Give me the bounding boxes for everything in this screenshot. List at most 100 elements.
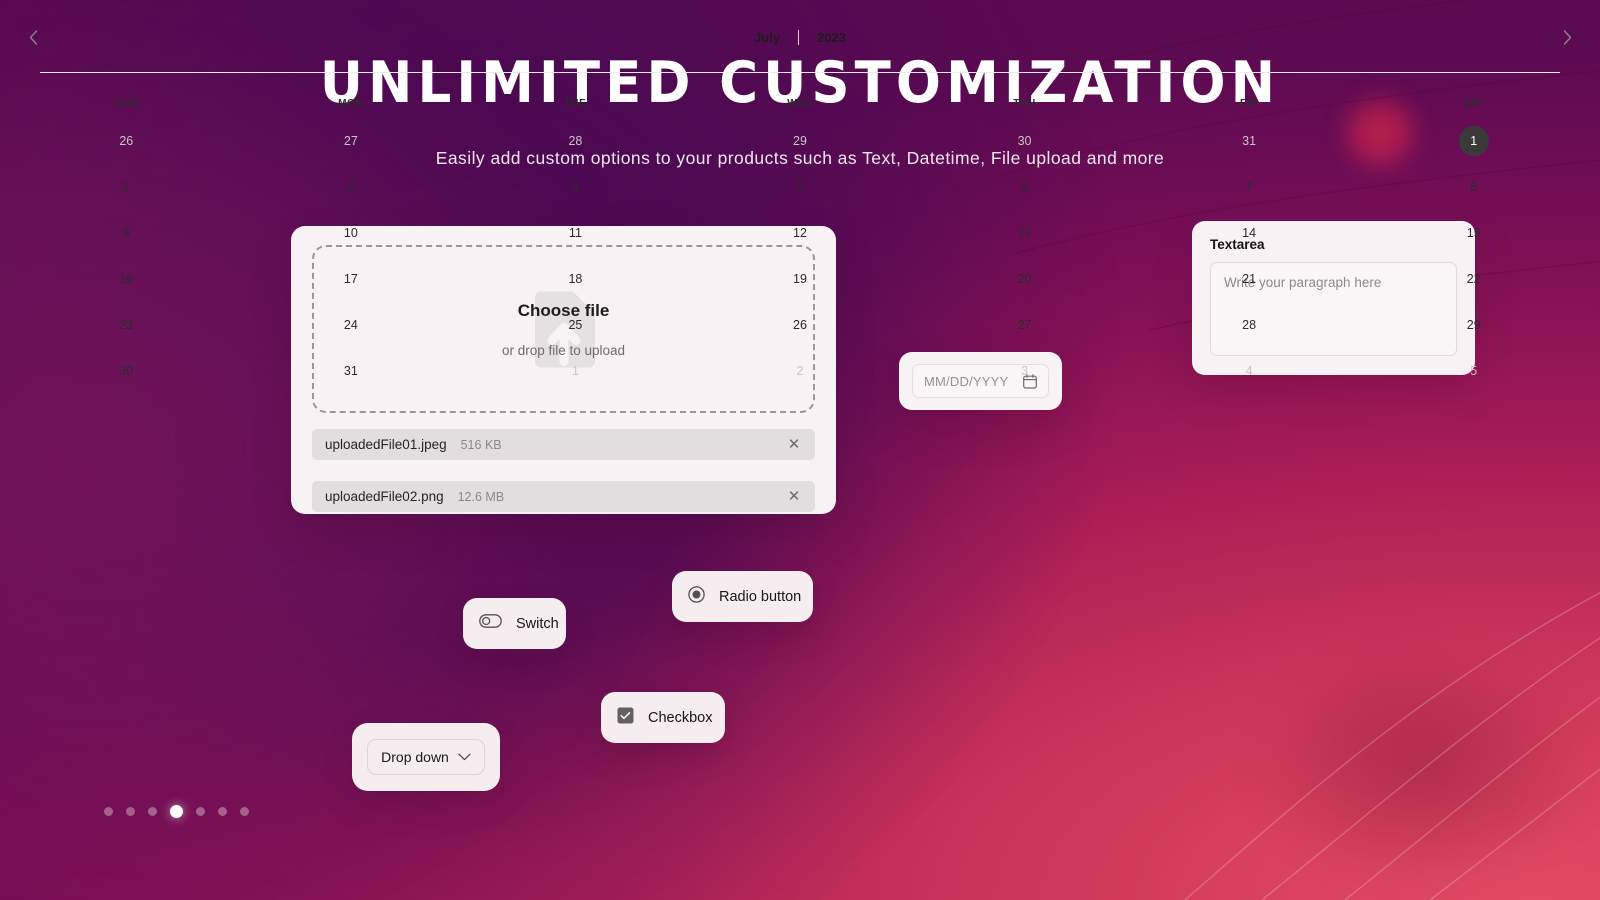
calendar-day[interactable]: 20	[912, 256, 1137, 302]
carousel-dot[interactable]	[126, 807, 135, 816]
calendar-week-row: 9 10 11 12 13 14 15	[14, 210, 1586, 256]
uploaded-file-row[interactable]: uploadedFile01.jpeg 516 KB ✕	[312, 429, 815, 460]
calendar-day[interactable]: 29	[688, 118, 913, 164]
close-icon[interactable]: ✕	[786, 489, 802, 504]
calendar-day[interactable]: 30	[912, 118, 1137, 164]
calendar-day[interactable]: 12	[688, 210, 913, 256]
radio-selected-icon[interactable]	[688, 585, 705, 608]
carousel-dot-active[interactable]	[170, 805, 183, 818]
close-icon[interactable]: ✕	[786, 437, 802, 452]
dropdown-select[interactable]: Drop down	[367, 739, 485, 775]
calendar-day[interactable]: 23	[14, 302, 239, 348]
calendar-day-label: 21	[1242, 272, 1257, 286]
calendar-day-label: 20	[1017, 272, 1032, 286]
choose-file-label: Choose file	[517, 300, 610, 320]
calendar-day[interactable]: 2	[688, 348, 913, 394]
carousel-dot[interactable]	[218, 807, 227, 816]
calendar-week-row: 2 3 4 5 6 7 8	[14, 164, 1586, 210]
calendar-day[interactable]: 6	[912, 164, 1137, 210]
calendar-day[interactable]: 28	[463, 118, 688, 164]
calendar-day[interactable]: 31	[239, 348, 464, 394]
calendar-day[interactable]: 11	[463, 210, 688, 256]
checkbox-checked-icon[interactable]	[617, 707, 634, 729]
carousel-dot[interactable]	[148, 807, 157, 816]
calendar-day-label: 26	[119, 134, 134, 148]
chevron-left-icon[interactable]	[22, 26, 44, 48]
calendar-day-label: 18	[568, 272, 583, 286]
calendar-week-row: 26 27 28 29 30 31 1	[14, 118, 1586, 164]
checkbox-card[interactable]: Checkbox	[601, 692, 725, 743]
calendar-day[interactable]: 26	[14, 118, 239, 164]
calendar-day-label: 7	[1245, 180, 1253, 194]
calendar-day-label: 31	[1242, 134, 1257, 148]
calendar-day[interactable]: 26	[688, 302, 913, 348]
calendar-day-label: 4	[571, 180, 579, 194]
calendar-weekday: THU	[1013, 97, 1036, 109]
carousel-dot[interactable]	[240, 807, 249, 816]
calendar-day[interactable]: 24	[239, 302, 464, 348]
calendar-day[interactable]: 27	[912, 302, 1137, 348]
calendar-day[interactable]: 16	[14, 256, 239, 302]
calendar-day[interactable]: 14	[1137, 210, 1362, 256]
file-size: 12.6 MB	[457, 489, 505, 504]
calendar-day[interactable]: 30	[14, 348, 239, 394]
calendar-day[interactable]: 5	[1361, 348, 1586, 394]
calendar-day-label: 13	[1017, 226, 1032, 240]
calendar-day[interactable]: 3	[912, 348, 1137, 394]
calendar-day-label: 29	[1466, 318, 1481, 332]
carousel-dot[interactable]	[104, 807, 113, 816]
calendar-day-label: 30	[119, 364, 134, 378]
calendar-year[interactable]: 2023	[817, 30, 846, 45]
dropdown-card: Drop down	[352, 723, 500, 791]
file-size: 516 KB	[460, 437, 502, 452]
calendar-day-label: 3	[1021, 364, 1029, 378]
calendar-day-label: 1	[571, 364, 579, 378]
calendar-day[interactable]: 3	[239, 164, 464, 210]
calendar-day[interactable]: 5	[688, 164, 913, 210]
calendar-day[interactable]: 19	[688, 256, 913, 302]
calendar-day[interactable]: 8	[1361, 164, 1586, 210]
calendar-day[interactable]: 13	[912, 210, 1137, 256]
calendar-day[interactable]: 18	[463, 256, 688, 302]
calendar-day[interactable]: 7	[1137, 164, 1362, 210]
file-name: uploadedFile01.jpeg	[325, 437, 447, 452]
switch-card[interactable]: Switch	[463, 598, 566, 649]
carousel-dots	[104, 805, 249, 818]
calendar-day[interactable]: 10	[239, 210, 464, 256]
calendar-day[interactable]: 2	[14, 164, 239, 210]
calendar-day[interactable]: 15	[1361, 210, 1586, 256]
calendar-divider	[40, 72, 1560, 73]
calendar-day-label: 29	[793, 134, 807, 148]
calendar-day[interactable]: 4	[1137, 348, 1362, 394]
calendar-day[interactable]: 4	[463, 164, 688, 210]
calendar-day[interactable]: 9	[14, 210, 239, 256]
carousel-dot[interactable]	[196, 807, 205, 816]
calendar-day[interactable]: 27	[239, 118, 464, 164]
chevron-right-icon[interactable]	[1556, 26, 1578, 48]
calendar-day[interactable]: 29	[1361, 302, 1586, 348]
calendar-day[interactable]: 21	[1137, 256, 1362, 302]
calendar-day-label: 23	[119, 318, 134, 332]
calendar-day-label: 5	[1470, 364, 1478, 378]
toggle-switch-icon[interactable]	[479, 614, 502, 633]
calendar-month-year: July 2023	[44, 29, 1556, 45]
radio-card[interactable]: Radio button	[672, 571, 813, 622]
calendar-day-label: 9	[122, 226, 130, 240]
chevron-down-icon[interactable]	[458, 748, 471, 766]
calendar-grid: SUN MON TUE WED THU FRI SAT 26 27 28 29 30 31 1 2 3 4 5 6…	[14, 88, 1586, 394]
uploaded-file-row[interactable]: uploadedFile02.png 12.6 MB ✕	[312, 481, 815, 512]
calendar-day[interactable]: 28	[1137, 302, 1362, 348]
calendar-month[interactable]: July	[754, 30, 780, 45]
calendar-day[interactable]: 31	[1137, 118, 1362, 164]
calendar-day-selected[interactable]: 1	[1361, 118, 1586, 164]
calendar-day-label: 2	[122, 180, 130, 194]
calendar-day-label: 24	[343, 318, 358, 332]
calendar-week-row: 23 24 25 26 27 28 29	[14, 302, 1586, 348]
calendar-day-label: 26	[793, 318, 807, 332]
calendar-day-label: 30	[1017, 134, 1032, 148]
dropdown-label: Drop down	[381, 749, 449, 765]
calendar-day[interactable]: 22	[1361, 256, 1586, 302]
calendar-day-label: 19	[793, 272, 807, 286]
calendar-day[interactable]: 17	[239, 256, 464, 302]
calendar-week-row: 30 31 1 2 3 4 5	[14, 348, 1586, 394]
